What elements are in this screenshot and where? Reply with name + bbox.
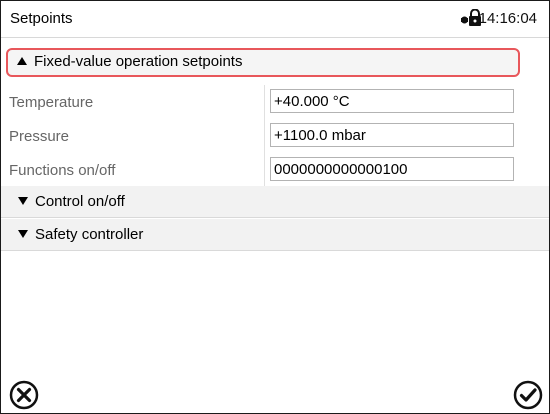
divider	[264, 153, 265, 187]
triangle-down-icon	[18, 230, 28, 238]
functions-field[interactable]: 0000000000000100	[270, 157, 514, 181]
triangle-up-icon	[17, 57, 27, 65]
temperature-field[interactable]: +40.000 °C	[270, 89, 514, 113]
row-functions: Functions on/off 0000000000000100	[1, 153, 549, 188]
page-title: Setpoints	[10, 10, 73, 27]
triangle-down-icon	[18, 197, 28, 205]
row-label: Functions on/off	[9, 162, 116, 179]
divider	[264, 119, 265, 153]
divider	[264, 85, 265, 119]
section-label: Control on/off	[35, 193, 125, 210]
section-control-on-off[interactable]: Control on/off	[1, 186, 549, 218]
field-value: +1100.0 mbar	[274, 127, 366, 144]
row-temperature: Temperature +40.000 °C	[1, 85, 549, 120]
section-label: Safety controller	[35, 226, 144, 243]
pressure-field[interactable]: +1100.0 mbar	[270, 123, 514, 147]
field-value: +40.000 °C	[274, 93, 350, 110]
section-safety-controller[interactable]: Safety controller	[1, 219, 549, 251]
row-pressure: Pressure +1100.0 mbar	[1, 119, 549, 154]
field-value: 0000000000000100	[274, 161, 408, 178]
section-label: Fixed-value operation setpoints	[34, 53, 243, 70]
row-label: Pressure	[9, 128, 70, 145]
title-bar: Setpoints 14:16:04	[1, 1, 549, 38]
setpoints-window: Setpoints 14:16:04 Fixed-value operation…	[0, 0, 550, 414]
row-label: Temperature	[9, 94, 94, 111]
check-circle-icon[interactable]	[512, 379, 544, 411]
close-circle-icon[interactable]	[8, 379, 40, 411]
clock: 14:16:04	[478, 10, 537, 27]
section-fixed-value-setpoints[interactable]: Fixed-value operation setpoints	[6, 48, 520, 77]
